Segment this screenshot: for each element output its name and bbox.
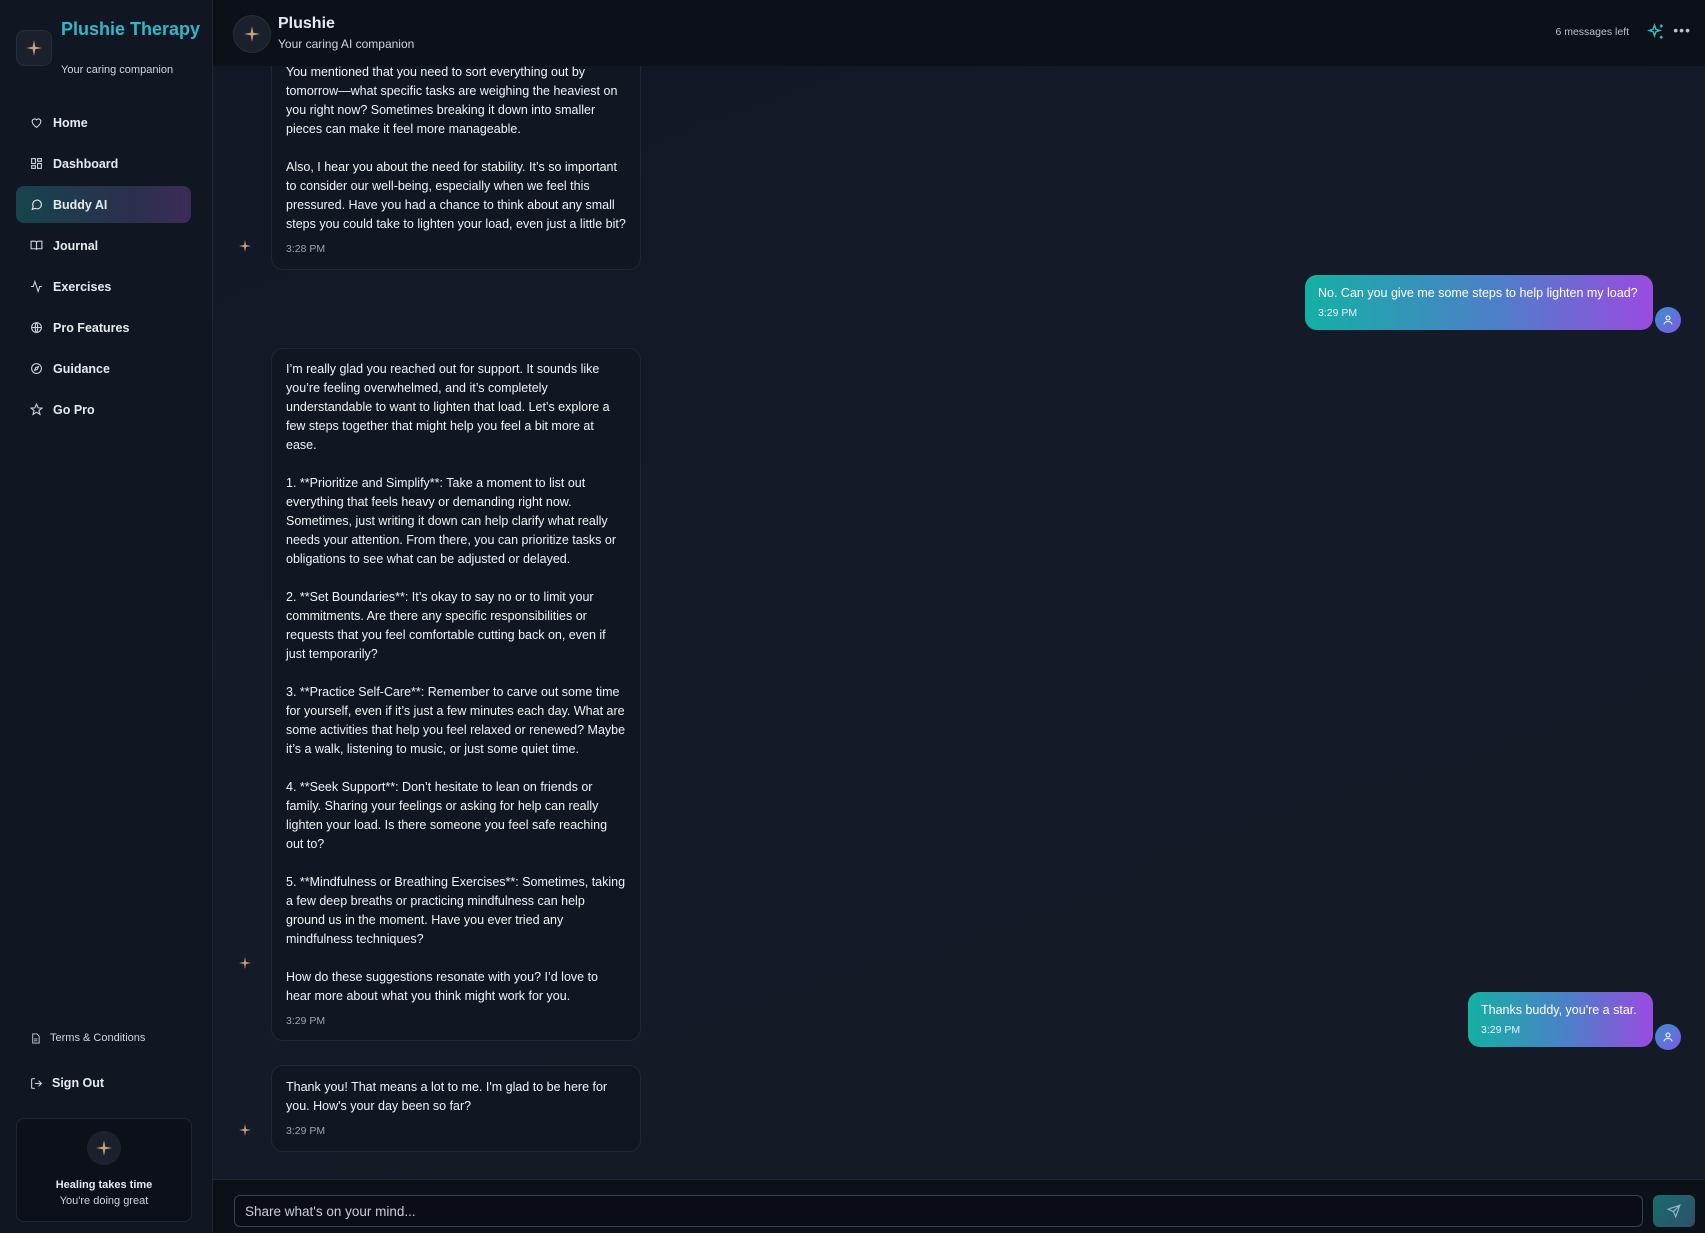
brand[interactable]: Plushie Therapy Your caring companion bbox=[16, 18, 206, 82]
ai-message: Thank you! That means a lot to me. I'm g… bbox=[271, 1065, 641, 1152]
user-message: Thanks buddy, you're a star. 3:29 PM bbox=[1468, 992, 1653, 1047]
message-text: 2. **Set Boundaries**: It’s okay to say … bbox=[286, 590, 606, 661]
heart-icon bbox=[31, 118, 42, 129]
send-button[interactable] bbox=[1653, 1195, 1695, 1227]
message-text: Also, I hear you about the need for stab… bbox=[286, 160, 626, 231]
brand-title: Plushie Therapy bbox=[61, 19, 201, 39]
chat-title: Plushie bbox=[278, 15, 335, 32]
user-message: No. Can you give me some steps to help l… bbox=[1305, 275, 1653, 330]
healing-card-title: Healing takes time bbox=[55, 1179, 153, 1191]
user-icon bbox=[1663, 1032, 1673, 1042]
message-text: Thank you! That means a lot to me. I'm g… bbox=[286, 1080, 608, 1113]
star-icon bbox=[30, 403, 43, 416]
book-icon bbox=[30, 240, 43, 250]
chat-subtitle: Your caring AI companion bbox=[278, 37, 415, 51]
sidebar-item-label: Journal bbox=[53, 238, 99, 253]
message-time: 3:29 PM bbox=[286, 1015, 326, 1027]
message-text: Thanks buddy, you're a star. bbox=[1481, 1003, 1637, 1017]
sparkles-icon bbox=[1646, 22, 1663, 39]
sparkle-icon bbox=[239, 240, 251, 252]
message-time: 3:29 PM bbox=[1481, 1024, 1521, 1036]
sparkle-logo-icon bbox=[87, 1131, 121, 1165]
sidebar-item-exercises[interactable]: Exercises bbox=[16, 268, 191, 305]
sidebar-item-pro-features[interactable]: Pro Features bbox=[16, 309, 191, 346]
sidebar-item-label: Pro Features bbox=[53, 320, 130, 335]
message-text: 3. **Practice Self-Care**: Remember to c… bbox=[286, 685, 626, 756]
logout-icon bbox=[31, 1077, 43, 1089]
chat-icon bbox=[31, 199, 42, 211]
sidebar: Plushie Therapy Your caring companion Ho… bbox=[0, 0, 213, 1232]
sidebar-item-guidance[interactable]: Guidance bbox=[16, 350, 191, 387]
brand-subtitle: Your caring companion bbox=[61, 64, 174, 76]
message-time: 3:29 PM bbox=[1318, 307, 1358, 319]
message-input[interactable] bbox=[234, 1195, 1643, 1227]
sidebar-item-home[interactable]: Home bbox=[16, 104, 191, 141]
terms-link[interactable]: Terms & Conditions bbox=[30, 1032, 145, 1044]
user-avatar bbox=[1655, 307, 1681, 333]
message-time: 3:28 PM bbox=[286, 243, 326, 255]
sign-out-label: Sign Out bbox=[52, 1076, 105, 1090]
message-text: How do these suggestions resonate with y… bbox=[286, 970, 598, 1003]
healing-card-subtitle: You're doing great bbox=[59, 1195, 149, 1207]
composer bbox=[213, 1179, 1705, 1233]
healing-card: Healing takes time You're doing great bbox=[16, 1118, 192, 1222]
message-text: 4. **Seek Support**: Don’t hesitate to l… bbox=[286, 780, 608, 851]
sparkle-logo-icon bbox=[16, 30, 52, 66]
sidebar-item-buddy-ai[interactable]: Buddy AI bbox=[16, 186, 191, 223]
sidebar-item-dashboard[interactable]: Dashboard bbox=[16, 145, 191, 182]
sidebar-item-go-pro[interactable]: Go Pro bbox=[16, 391, 191, 428]
message-text: 1. **Prioritize and Simplify**: Take a m… bbox=[286, 476, 617, 566]
chat-header: Plushie Your caring AI companion 6 messa… bbox=[213, 0, 1705, 67]
sidebar-item-label: Dashboard bbox=[53, 156, 119, 171]
sidebar-item-label: Buddy AI bbox=[53, 197, 108, 212]
sidebar-item-label: Exercises bbox=[53, 279, 112, 294]
document-icon bbox=[32, 1032, 40, 1044]
sparkle-icon bbox=[239, 1124, 251, 1136]
compass-icon bbox=[31, 363, 42, 374]
globe-icon bbox=[31, 322, 42, 333]
message-text: You mentioned that you need to sort ever… bbox=[286, 66, 618, 136]
grid-icon bbox=[31, 158, 42, 169]
sparkle-icon bbox=[239, 957, 251, 969]
sidebar-item-journal[interactable]: Journal bbox=[16, 227, 191, 264]
sign-out-button[interactable]: Sign Out bbox=[30, 1076, 104, 1090]
sidebar-nav: Home Dashboard Buddy AI Journal Exercise… bbox=[16, 104, 191, 432]
user-avatar bbox=[1655, 1024, 1681, 1050]
ellipsis-icon: ••• bbox=[1673, 22, 1691, 38]
user-icon bbox=[1663, 315, 1673, 325]
sidebar-item-label: Guidance bbox=[53, 361, 110, 376]
message-text: I’m really glad you reached out for supp… bbox=[286, 362, 610, 452]
message-text: No. Can you give me some steps to help l… bbox=[1318, 286, 1638, 300]
message-text: 5. **Mindfulness or Breathing Exercises*… bbox=[286, 875, 626, 946]
activity-icon bbox=[31, 280, 42, 293]
send-icon bbox=[1667, 1204, 1681, 1218]
ai-message: You mentioned that you need to sort ever… bbox=[271, 66, 641, 270]
chat-messages[interactable]: You mentioned that you need to sort ever… bbox=[213, 66, 1705, 1179]
more-options-button[interactable]: ••• bbox=[1673, 22, 1691, 38]
ai-message: I’m really glad you reached out for supp… bbox=[271, 348, 641, 1041]
message-time: 3:29 PM bbox=[286, 1125, 326, 1137]
sparkle-avatar-icon bbox=[233, 15, 271, 53]
sidebar-item-label: Go Pro bbox=[53, 402, 95, 417]
terms-label: Terms & Conditions bbox=[50, 1032, 146, 1044]
sidebar-item-label: Home bbox=[53, 115, 88, 130]
sparkles-button[interactable] bbox=[1646, 22, 1665, 46]
messages-left-counter: 6 messages left bbox=[1555, 26, 1629, 38]
